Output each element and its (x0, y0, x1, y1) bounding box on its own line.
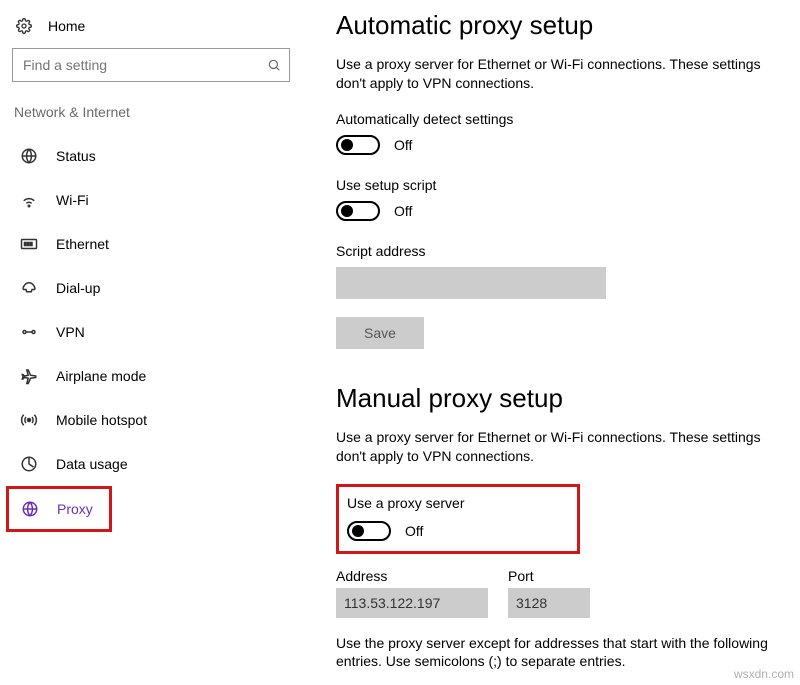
port-label: Port (508, 568, 590, 584)
address-label: Address (336, 568, 488, 584)
wifi-icon (20, 191, 38, 209)
detect-settings-toggle[interactable] (336, 135, 380, 155)
sidebar-item-status[interactable]: Status (12, 134, 286, 178)
search-input[interactable] (23, 57, 267, 73)
sidebar-item-ethernet[interactable]: Ethernet (12, 222, 286, 266)
port-input[interactable] (508, 588, 590, 618)
use-proxy-state: Off (405, 523, 423, 539)
hotspot-icon (20, 411, 38, 429)
search-icon (267, 58, 281, 72)
sidebar-item-label: Airplane mode (56, 368, 146, 384)
address-input[interactable] (336, 588, 488, 618)
script-address-input[interactable] (336, 267, 606, 299)
sidebar-item-label: VPN (56, 324, 85, 340)
manual-proxy-description: Use a proxy server for Ethernet or Wi-Fi… (336, 428, 788, 466)
search-input-container[interactable] (12, 48, 290, 82)
ethernet-icon (20, 235, 38, 253)
sidebar-item-wifi[interactable]: Wi-Fi (12, 178, 286, 222)
save-button[interactable]: Save (336, 317, 424, 349)
vpn-icon (20, 323, 38, 341)
sidebar-item-proxy[interactable]: Proxy (9, 489, 109, 529)
sidebar-item-dialup[interactable]: Dial-up (12, 266, 286, 310)
sidebar-item-label: Mobile hotspot (56, 412, 147, 428)
setup-script-state: Off (394, 203, 412, 219)
auto-proxy-description: Use a proxy server for Ethernet or Wi-Fi… (336, 55, 788, 93)
gear-icon (16, 18, 32, 34)
status-icon (20, 147, 38, 165)
detect-settings-label: Automatically detect settings (336, 111, 788, 127)
sidebar-item-vpn[interactable]: VPN (12, 310, 286, 354)
setup-script-label: Use setup script (336, 177, 788, 193)
sidebar-item-hotspot[interactable]: Mobile hotspot (12, 398, 286, 442)
proxy-icon (21, 500, 39, 518)
use-proxy-toggle[interactable] (347, 521, 391, 541)
use-proxy-label: Use a proxy server (347, 495, 567, 511)
sidebar-item-label: Status (56, 148, 96, 164)
watermark: wsxdn.com (734, 667, 794, 681)
proxy-highlight: Proxy (6, 486, 112, 532)
dialup-icon (20, 279, 38, 297)
sidebar-item-label: Data usage (56, 456, 128, 472)
section-header: Network & Internet (12, 104, 300, 134)
setup-script-toggle[interactable] (336, 201, 380, 221)
manual-proxy-heading: Manual proxy setup (336, 383, 788, 414)
home-button[interactable]: Home (12, 12, 300, 48)
exceptions-text: Use the proxy server except for addresse… (336, 634, 788, 672)
airplane-icon (20, 367, 38, 385)
sidebar-item-label: Ethernet (56, 236, 109, 252)
datausage-icon (20, 455, 38, 473)
sidebar-item-airplane[interactable]: Airplane mode (12, 354, 286, 398)
detect-settings-state: Off (394, 137, 412, 153)
auto-proxy-heading: Automatic proxy setup (336, 10, 788, 41)
use-proxy-highlight: Use a proxy server Off (336, 484, 580, 554)
script-address-label: Script address (336, 243, 788, 259)
sidebar-item-label: Dial-up (56, 280, 100, 296)
sidebar-item-datausage[interactable]: Data usage (12, 442, 286, 486)
sidebar-item-label: Proxy (57, 501, 93, 517)
sidebar-item-label: Wi-Fi (56, 192, 89, 208)
home-label: Home (48, 18, 85, 34)
